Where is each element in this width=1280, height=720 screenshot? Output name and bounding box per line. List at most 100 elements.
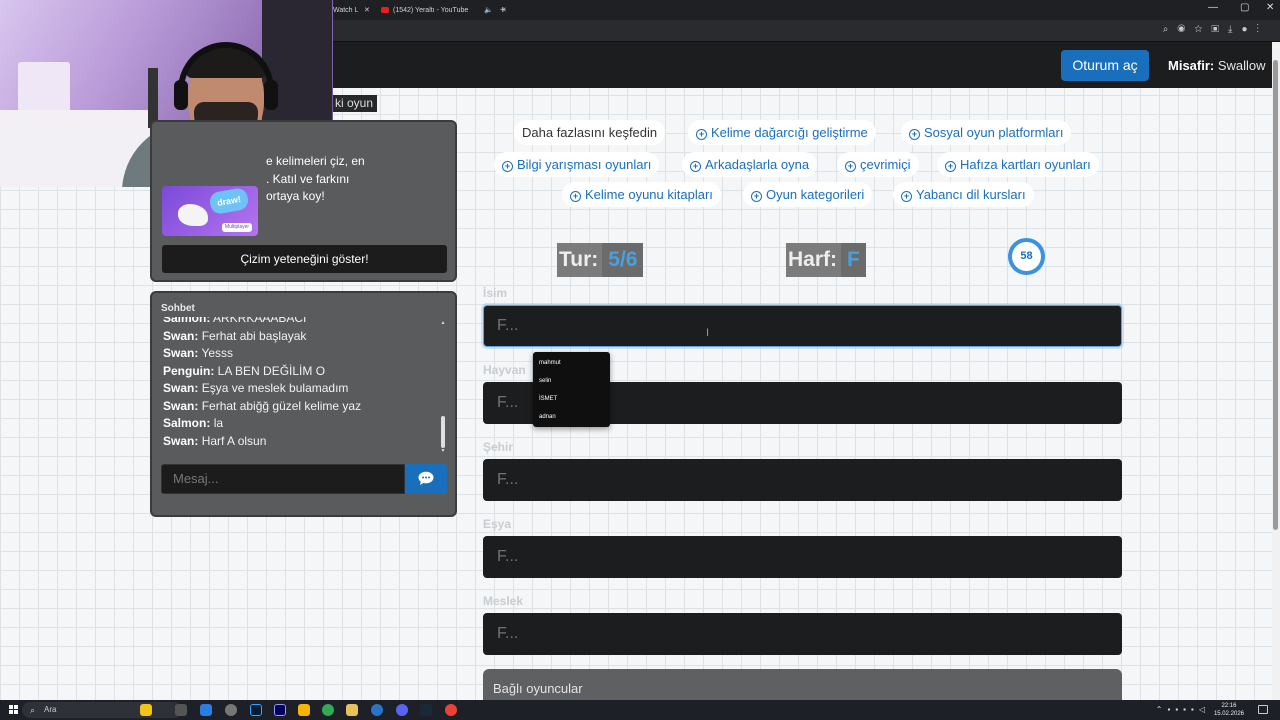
chat-send-button[interactable]: [405, 464, 447, 494]
windows-start-icon[interactable]: [9, 705, 19, 715]
close-window-icon[interactable]: ✕: [1266, 2, 1274, 13]
profile-icon[interactable]: ●: [1241, 24, 1256, 35]
scroll-down-icon[interactable]: ▼: [440, 448, 446, 454]
chat-scrollbar[interactable]: ▲ ▼: [440, 320, 446, 454]
meslek-input[interactable]: F...: [483, 613, 1122, 655]
minimize-icon[interactable]: —: [1208, 2, 1218, 13]
plus-circle-icon: +: [690, 161, 701, 172]
chat-user: Swan:: [163, 433, 199, 448]
isim-input[interactable]: F...: [483, 305, 1122, 347]
taskbar-clock[interactable]: 22:16 15.02.2026: [1214, 702, 1244, 718]
discover-link[interactable]: + Oyun kategorileri: [743, 182, 873, 207]
autocomplete-option[interactable]: İSMET: [533, 390, 610, 408]
chat-message-input[interactable]: Mesaj...: [161, 464, 405, 494]
chat-text: Ferhat abiğğ güzel kelime yaz: [201, 398, 362, 413]
chrome-active-icon[interactable]: [445, 704, 457, 716]
plus-circle-icon: +: [945, 161, 956, 172]
app-icon[interactable]: [225, 704, 237, 716]
chat-text: Eşya ve meslek bulamadım: [201, 381, 349, 395]
chat-user: Swan:: [163, 328, 199, 343]
new-tab-button[interactable]: +: [500, 3, 506, 18]
discover-link[interactable]: + Bilgi yarışması oyunları: [494, 152, 660, 177]
promo-panel: draw! Multiplayer e kelimeleri çiz, en .…: [150, 120, 457, 282]
guest-label: Misafir: Swallow: [1168, 58, 1266, 73]
autocomplete-option[interactable]: mahmut: [533, 354, 610, 372]
chrome-icon[interactable]: [322, 704, 334, 716]
esya-input[interactable]: F...: [483, 536, 1122, 578]
copilot-icon[interactable]: [140, 704, 152, 716]
scroll-up-icon[interactable]: ▲: [440, 320, 446, 326]
premiere-icon[interactable]: [274, 704, 286, 716]
extension-icon[interactable]: ▣: [1211, 24, 1228, 35]
app-icon[interactable]: [298, 704, 310, 716]
discover-link[interactable]: + Yabancı dil kursları: [893, 182, 1034, 207]
notifications-icon[interactable]: [1258, 705, 1268, 714]
login-button[interactable]: Oturum aç: [1061, 50, 1149, 81]
plus-circle-icon: +: [909, 129, 920, 140]
discord-icon[interactable]: [396, 704, 408, 716]
autocomplete-option[interactable]: adnan: [533, 408, 610, 426]
round-value: 5/6: [602, 243, 644, 277]
sehir-input[interactable]: F...: [483, 459, 1122, 501]
download-icon[interactable]: ⤓: [1228, 24, 1241, 35]
taskbar-search[interactable]: ⌕ Ara: [22, 702, 182, 718]
chat-message: Swan: Harf A olsun: [163, 433, 435, 451]
discover-link[interactable]: + Kelime oyunu kitapları: [562, 182, 721, 207]
app-icon[interactable]: [371, 704, 383, 716]
headphones-icon: [178, 42, 274, 102]
discover-link-label: Kelime dağarcığı geliştirme: [711, 125, 868, 140]
scroll-thumb[interactable]: [1273, 60, 1278, 530]
chat-user: Salmon:: [163, 317, 211, 325]
zoom-icon[interactable]: ⌕: [1163, 24, 1178, 35]
promo-image[interactable]: draw! Multiplayer: [162, 186, 258, 236]
field-label-isim: İsim: [483, 286, 508, 300]
discover-link[interactable]: + Kelime dağarcığı geliştirme: [688, 120, 876, 145]
taskbar-search-label: Ara: [44, 705, 57, 714]
discover-link-label: Arkadaşlarla oyna: [705, 157, 810, 172]
chat-user: Salmon:: [163, 416, 211, 430]
menu-icon[interactable]: ⋮: [1257, 24, 1269, 35]
close-icon[interactable]: ✕: [364, 7, 370, 14]
steam-icon[interactable]: [420, 704, 432, 716]
eye-off-icon[interactable]: ◉: [1177, 24, 1194, 35]
discover-label: Daha fazlasını keşfedin: [514, 120, 666, 145]
app-icon[interactable]: ▪: [1183, 705, 1191, 714]
edge-icon[interactable]: [200, 704, 212, 716]
discover-link-label: Hafıza kartları oyunları: [960, 157, 1091, 172]
discover-link[interactable]: + Hafıza kartları oyunları: [937, 152, 1099, 177]
chat-scroll-thumb[interactable]: [441, 416, 445, 448]
speaker-icon[interactable]: 🔈: [484, 7, 493, 14]
app-icon[interactable]: ▪: [1175, 705, 1183, 714]
browser-tab-youtube[interactable]: (1542) Yeraltı - YouTube 🔈 ✕: [381, 3, 507, 18]
tab-title: (1542) Yeraltı - YouTube: [393, 7, 469, 14]
maximize-icon[interactable]: ▢: [1240, 2, 1249, 13]
discover-link[interactable]: + Arkadaşlarla oyna: [682, 152, 818, 177]
chat-text: Ferhat abi başlayak: [201, 328, 307, 343]
discover-link-label: Oyun kategorileri: [766, 187, 865, 202]
folder-icon[interactable]: [346, 704, 358, 716]
photoshop-icon[interactable]: [250, 704, 262, 716]
speaker-icon[interactable]: ◁: [1199, 705, 1210, 714]
guest-prefix: Misafir:: [1168, 58, 1215, 73]
page-scrollbar[interactable]: [1272, 42, 1280, 700]
chat-log[interactable]: Salmon: ARKRKAAABACI Swan: Ferhat abi ba…: [163, 317, 435, 453]
app-icon[interactable]: ▪: [1191, 705, 1199, 714]
chat-text: la: [213, 416, 224, 430]
chat-bubble-icon: [418, 471, 434, 485]
system-tray[interactable]: ⌃▪▪▪▪◁: [1156, 705, 1210, 714]
task-view-icon[interactable]: [175, 704, 187, 716]
discover-link[interactable]: + Sosyal oyun platformları: [901, 120, 1072, 145]
field-label-esya: Eşya: [483, 517, 512, 531]
show-drawing-skill-button[interactable]: Çizim yeteneğini göster!: [162, 245, 447, 273]
chat-text: LA BEN DEĞİLİM O: [217, 363, 326, 378]
autocomplete-option[interactable]: selin: [533, 372, 610, 390]
chevron-up-icon[interactable]: ⌃: [1156, 705, 1168, 714]
browser-tab-watch[interactable]: Watch L: [333, 3, 358, 18]
star-icon[interactable]: ☆: [1194, 24, 1211, 35]
plus-circle-icon: +: [696, 129, 707, 140]
discover-link[interactable]: + çevrimiçi: [837, 152, 919, 177]
chat-message: Swan: Ferhat abi başlayak: [163, 328, 435, 346]
browser-tab-close[interactable]: ✕: [364, 3, 370, 18]
clock-date: 15.02.2026: [1213, 711, 1244, 717]
browser-toolbar-icons[interactable]: ⌕◉☆▣⤓●⋮: [1163, 24, 1268, 35]
